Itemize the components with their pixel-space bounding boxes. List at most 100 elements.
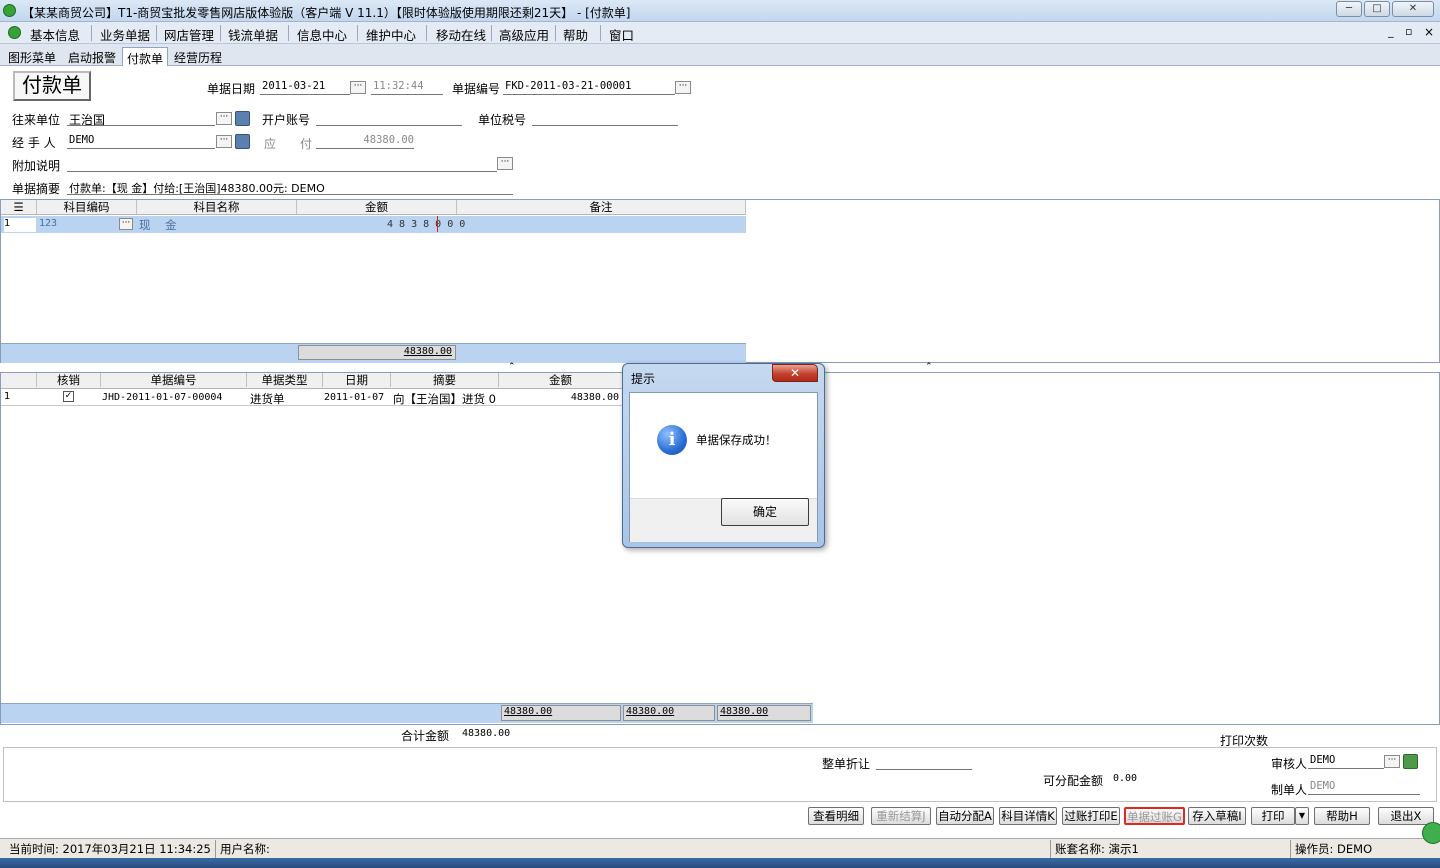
cell-amount[interactable]: 4 8 3 8 0 0 0 [387,219,465,230]
date-field[interactable]: 2011-03-21 [260,80,350,95]
header-account-code[interactable]: 科目编码 [37,200,137,214]
mdi-minimize-button[interactable]: _ [1388,25,1394,38]
menu-info-center[interactable]: 信息中心 [297,25,347,44]
menu-separator [600,25,601,41]
header-amount[interactable]: 金额 [499,373,623,387]
floating-badge-icon[interactable] [1422,822,1440,844]
header-amount[interactable]: 金额 [297,200,457,214]
menu-mobile-online[interactable]: 移动在线 [436,25,486,44]
header-account-name[interactable]: 科目名称 [137,200,297,214]
header-date[interactable]: 日期 [323,373,391,387]
recalculate-button[interactable]: 重新结算J [871,807,931,825]
table-row[interactable]: 1 123 ··· 现 金 4 8 3 8 0 0 0 [1,216,746,233]
number-field[interactable]: FKD-2011-03-21-00001 [503,80,675,95]
note-picker-button[interactable]: ··· [497,157,513,170]
auditor-picker-button[interactable]: ··· [1384,755,1400,768]
menu-help[interactable]: 帮助 [563,25,588,44]
menu-separator [491,25,492,41]
taxno-field[interactable] [532,111,678,126]
cell-account-name[interactable]: 现 金 [139,217,177,233]
cell-doc-number[interactable]: JHD-2011-01-07-00004 [102,392,222,403]
row-number: 1 [4,218,36,232]
partner-label: 往来单位 [12,113,61,127]
discount-field[interactable] [876,755,972,770]
tab-business-history[interactable]: 经营历程 [170,47,226,66]
splitter-up-icon[interactable]: ⌃ [925,362,933,372]
cell-account-code[interactable]: 123 [39,218,57,229]
header-summary[interactable]: 摘要 [391,373,499,387]
account-picker-button[interactable]: ··· [119,218,133,230]
writeoff-checkbox[interactable]: ✓ [63,391,74,402]
allocatable-value: 0.00 [1113,773,1138,784]
window-title: 【某某商贸公司】T1-商贸宝批发零售网店版体验版（客户端 V 11.1）【限时体… [22,6,631,20]
exit-button[interactable]: 退出X [1378,807,1434,825]
date-picker-button[interactable]: ··· [350,81,366,94]
menu-business-docs[interactable]: 业务单据 [100,25,150,44]
tab-graphic-menu[interactable]: 图形菜单 [4,47,60,66]
partner-picker-button[interactable]: ··· [216,112,232,125]
status-time: 当前时间: 2017年03月21日 11:34:25 [9,842,211,856]
table-row[interactable]: 1 ✓ JHD-2011-01-07-00004 进货单 2011-01-07 … [1,390,623,406]
time-field[interactable]: 11:32:44 [371,80,443,95]
bank-field[interactable] [316,111,462,126]
maximize-button[interactable]: □ [1364,1,1390,17]
total-label: 合计金额 [401,729,450,743]
writeoff-total-3: 48380.00 [717,705,811,721]
minimize-button[interactable]: ─ [1336,1,1362,17]
status-user-label: 用户名称: [220,842,270,856]
summary-label: 单据摘要 [12,182,61,196]
form-title: 付款单 [13,71,91,101]
post-and-print-button[interactable]: 过账打印E [1062,807,1120,825]
date-label: 单据日期 [207,82,256,96]
handler-picker-button[interactable]: ··· [216,135,232,148]
close-window-button[interactable]: ✕ [1392,1,1434,17]
menu-window[interactable]: 窗口 [609,25,634,44]
menu-basic-info[interactable]: 基本信息 [30,25,80,44]
partner-field[interactable]: 王治国 [67,111,215,126]
ok-button[interactable]: 确定 [721,498,809,526]
menu-bar: 基本信息 业务单据 网店管理 钱流单据 信息中心 维护中心 移动在线 高级应用 … [0,22,1440,44]
print-button[interactable]: 打印 [1251,807,1295,825]
header-doc-number[interactable]: 单据编号 [101,373,247,387]
menu-advanced[interactable]: 高级应用 [499,25,549,44]
post-voucher-button[interactable]: 单据过账G [1124,807,1185,825]
cell-doc-type[interactable]: 进货单 [250,391,285,407]
mdi-close-button[interactable]: × [1424,25,1434,39]
note-field[interactable] [67,157,497,172]
header-doc-type[interactable]: 单据类型 [247,373,323,387]
tab-startup-alert[interactable]: 启动报警 [64,47,120,66]
cell-date[interactable]: 2011-01-07 [324,392,384,403]
save-draft-button[interactable]: 存入草稿I [1188,807,1246,825]
print-dropdown-chevron-icon[interactable]: ▼ [1295,807,1309,825]
view-details-button[interactable]: 查看明细 [808,807,864,825]
handler-field[interactable]: DEMO [67,134,215,149]
splitter-up-icon[interactable]: ⌃ [508,362,516,372]
tab-payment-voucher[interactable]: 付款单 [122,47,169,66]
dialog-title: 提示 [631,372,656,386]
help-button[interactable]: 帮助H [1314,807,1370,825]
writeoff-grid-total-row: 48380.00 48380.00 48380.00 [1,703,813,723]
menu-separator [426,25,427,41]
menu-cash-docs[interactable]: 钱流单据 [228,25,278,44]
cell-summary[interactable]: 向【王治国】进货 0 [393,391,496,407]
menu-online-store[interactable]: 网店管理 [164,25,214,44]
menu-maintenance[interactable]: 维护中心 [366,25,416,44]
auditor-user-icon[interactable] [1403,754,1418,769]
menu-separator [91,25,92,41]
mdi-restore-button[interactable]: ▫ [1405,25,1412,38]
account-details-button[interactable]: 科目详情K [999,807,1057,825]
header-writeoff[interactable]: 核销 [37,373,101,387]
row-selector-header-icon[interactable]: ☰ [1,200,37,214]
handler-search-icon[interactable] [235,134,250,149]
auditor-field[interactable]: DEMO [1308,754,1384,769]
partner-search-icon[interactable] [235,111,250,126]
status-account-set: 账套名称: 演示1 [1055,842,1139,856]
auto-allocate-button[interactable]: 自动分配A [936,807,994,825]
number-picker-button[interactable]: ··· [675,81,691,94]
header-remark[interactable]: 备注 [457,200,746,214]
dialog-close-button[interactable]: ✕ [772,364,818,382]
app-logo-icon [3,4,16,17]
summary-field[interactable]: 付款单:【现 金】付给:[王治国]48380.00元: DEMO [67,180,513,195]
cell-amount[interactable]: 48380.00 [541,392,619,403]
status-separator [215,840,216,858]
